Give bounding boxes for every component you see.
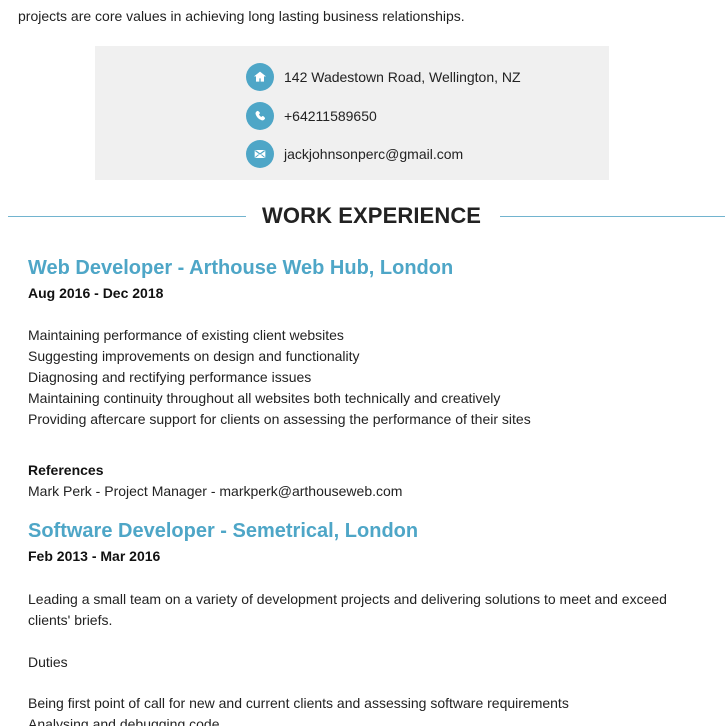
duties-label: Duties (28, 654, 68, 670)
job-line: Maintaining continuity throughout all we… (28, 390, 501, 406)
work-experience-header: WORK EXPERIENCE (0, 201, 725, 231)
contact-address: 142 Wadestown Road, Wellington, NZ (284, 69, 521, 85)
section-title: WORK EXPERIENCE (262, 203, 482, 228)
intro-text: projects are core values in achieving lo… (18, 8, 465, 24)
job-title: Web Developer - Arthouse Web Hub, London (28, 257, 454, 279)
job-line: Maintaining performance of existing clie… (28, 327, 344, 343)
home-icon (246, 63, 274, 91)
contact-address-row: 142 Wadestown Road, Wellington, NZ (246, 63, 521, 91)
job-title: Software Developer - Semetrical, London (28, 520, 419, 542)
email-icon (246, 140, 274, 168)
section-divider-left (8, 216, 246, 217)
contact-phone: +64211589650 (284, 108, 377, 124)
job-line: Diagnosing and rectifying performance is… (28, 369, 312, 385)
summary-line: clients' briefs. (28, 612, 113, 628)
references-text: Mark Perk - Project Manager - markperk@a… (28, 483, 403, 499)
summary-line: Leading a small team on a variety of dev… (28, 591, 667, 607)
job-dates: Feb 2013 - Mar 2016 (28, 548, 161, 564)
section-divider-right (500, 216, 725, 217)
job-line: Being first point of call for new and cu… (28, 695, 569, 711)
job-line: Providing aftercare support for clients … (28, 411, 531, 427)
job-line: Analysing and debugging code (28, 716, 220, 726)
references-label: References (28, 462, 104, 478)
contact-email-row: jackjohnsonperc@gmail.com (246, 140, 463, 168)
phone-icon (246, 102, 274, 130)
job-dates: Aug 2016 - Dec 2018 (28, 285, 164, 301)
job-line: Suggesting improvements on design and fu… (28, 348, 360, 364)
contact-phone-row: +64211589650 (246, 102, 377, 130)
contact-email: jackjohnsonperc@gmail.com (284, 146, 464, 162)
resume-page: projects are core values in achieving lo… (0, 0, 725, 726)
contact-box: 142 Wadestown Road, Wellington, NZ +6421… (95, 46, 609, 180)
